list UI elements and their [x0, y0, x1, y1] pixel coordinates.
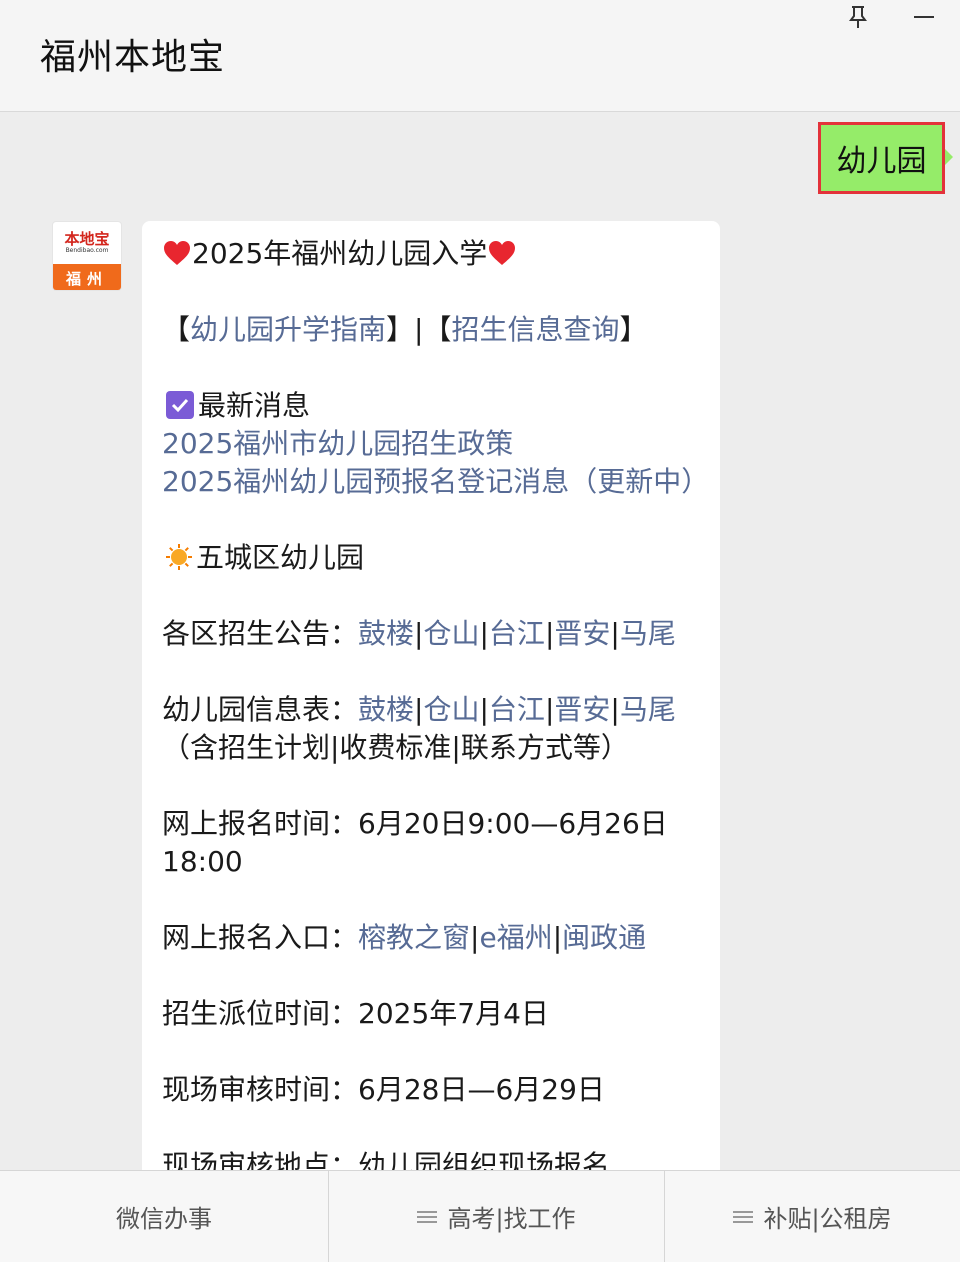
- minimize-icon[interactable]: [904, 0, 944, 34]
- bracket-text: 】|【: [386, 313, 452, 346]
- hamburger-icon: [417, 1208, 438, 1226]
- menu-item-gaokao-jobs[interactable]: 高考|找工作: [329, 1171, 665, 1262]
- news-heading-line: 最新消息: [162, 387, 700, 425]
- separator: |: [544, 617, 555, 650]
- review-time-label: 现场审核时间：: [162, 1073, 359, 1106]
- review-time-value: 6月28日—6月29日: [358, 1073, 605, 1106]
- separator: |: [610, 693, 620, 726]
- info-line: 幼儿园信息表：鼓楼|仓山|台江|晋安|马尾: [162, 691, 700, 729]
- info-link-gulou[interactable]: 鼓楼: [358, 693, 414, 726]
- info-link-mawei[interactable]: 马尾: [620, 693, 676, 726]
- pin-icon[interactable]: [838, 0, 878, 34]
- separator: |: [479, 617, 489, 650]
- info-note: （含招生计划|收费标准|联系方式等）: [162, 731, 629, 764]
- message-title: 2025年福州幼儿园入学: [192, 237, 488, 270]
- news-link-policy[interactable]: 2025福州市幼儿园招生政策: [162, 427, 513, 460]
- info-label: 幼儿园信息表：: [162, 693, 359, 726]
- user-message-bubble[interactable]: 幼儿园: [818, 122, 945, 194]
- avatar-logo: 本地宝 Bendibao.com: [53, 222, 121, 264]
- news-link-preregister[interactable]: 2025福州幼儿园预报名登记消息（更新中）: [162, 465, 709, 498]
- notice-line: 各区招生公告：鼓楼|仓山|台江|晋安|马尾: [162, 615, 700, 653]
- separator: |: [610, 617, 620, 650]
- info-link-cangshan[interactable]: 仓山: [423, 693, 479, 726]
- query-link[interactable]: 招生信息查询: [451, 313, 619, 346]
- district-heading-line: 五城区幼儿园: [162, 539, 700, 577]
- review-place-value: 幼儿园组织现场报名: [358, 1149, 611, 1170]
- avatar-logo-text: 本地宝: [64, 230, 110, 248]
- separator: |: [544, 693, 555, 726]
- notice-link-jinan[interactable]: 晋安: [554, 617, 610, 650]
- notice-link-taijiang[interactable]: 台江: [489, 617, 545, 650]
- menu-item-label: 微信办事: [116, 1205, 212, 1233]
- separator: |: [479, 693, 489, 726]
- signup-time-value-cont: 18:00: [162, 845, 243, 878]
- notice-link-cangshan[interactable]: 仓山: [423, 617, 479, 650]
- guide-line: 【幼儿园升学指南】|【招生信息查询】: [162, 311, 700, 349]
- menu-item-label: 补贴|公租房: [763, 1205, 892, 1233]
- separator: |: [552, 921, 563, 954]
- info-link-jinan[interactable]: 晋安: [554, 693, 610, 726]
- entry-link-efuzhou[interactable]: e福州: [479, 921, 552, 954]
- chat-title: 福州本地宝: [40, 37, 226, 78]
- menu-item-subsidy-housing[interactable]: 补贴|公租房: [665, 1171, 960, 1262]
- bracket-text: 】: [619, 313, 648, 346]
- review-place-label: 现场审核地点：: [162, 1149, 359, 1170]
- notice-label: 各区招生公告：: [162, 617, 359, 650]
- avatar[interactable]: 本地宝 Bendibao.com 福州: [52, 221, 122, 291]
- message-title-line: 2025年福州幼儿园入学: [162, 235, 700, 273]
- entry-link-rongjiao[interactable]: 榕教之窗: [358, 921, 470, 954]
- entry-link-minzhengtong[interactable]: 闽政通: [562, 921, 646, 954]
- info-link-taijiang[interactable]: 台江: [489, 693, 545, 726]
- entry-label: 网上报名入口：: [162, 921, 359, 954]
- bot-message-bubble: 2025年福州幼儿园入学 【幼儿园升学指南】|【招生信息查询】 最新消息 202…: [142, 221, 720, 1170]
- bracket-text: 【: [162, 313, 191, 346]
- news-heading: 最新消息: [198, 389, 311, 422]
- chat-area[interactable]: 幼儿园 本地宝 Bendibao.com 福州 2025年福州幼儿园入学 【幼儿…: [0, 113, 960, 1170]
- heart-icon: [489, 241, 516, 265]
- dispatch-value: 2025年7月4日: [358, 997, 549, 1030]
- menu-item-wechat-service[interactable]: 微信办事: [0, 1171, 329, 1262]
- menu-item-label: 高考|找工作: [447, 1205, 576, 1233]
- chat-header: 福州本地宝: [0, 0, 960, 112]
- user-message-text: 幼儿园: [836, 144, 927, 179]
- entry-line: 网上报名入口：榕教之窗|e福州|闽政通: [162, 919, 700, 957]
- notice-link-gulou[interactable]: 鼓楼: [358, 617, 414, 650]
- bottom-menu-bar: 微信办事 高考|找工作 补贴|公租房: [0, 1170, 960, 1262]
- user-bubble-tail: [945, 149, 953, 165]
- avatar-city: 福州: [53, 264, 121, 290]
- avatar-domain-text: Bendibao.com: [65, 247, 109, 254]
- sun-icon: [166, 544, 192, 570]
- hamburger-icon: [733, 1208, 754, 1226]
- signup-time-label: 网上报名时间：: [162, 807, 359, 840]
- checkbox-icon: [166, 391, 194, 419]
- district-heading: 五城区幼儿园: [196, 541, 365, 574]
- notice-link-mawei[interactable]: 马尾: [620, 617, 676, 650]
- signup-time-value: 6月20日9:00—6月26日: [358, 807, 668, 840]
- dispatch-label: 招生派位时间：: [162, 997, 359, 1030]
- heart-icon: [164, 241, 190, 265]
- guide-link[interactable]: 幼儿园升学指南: [190, 313, 386, 346]
